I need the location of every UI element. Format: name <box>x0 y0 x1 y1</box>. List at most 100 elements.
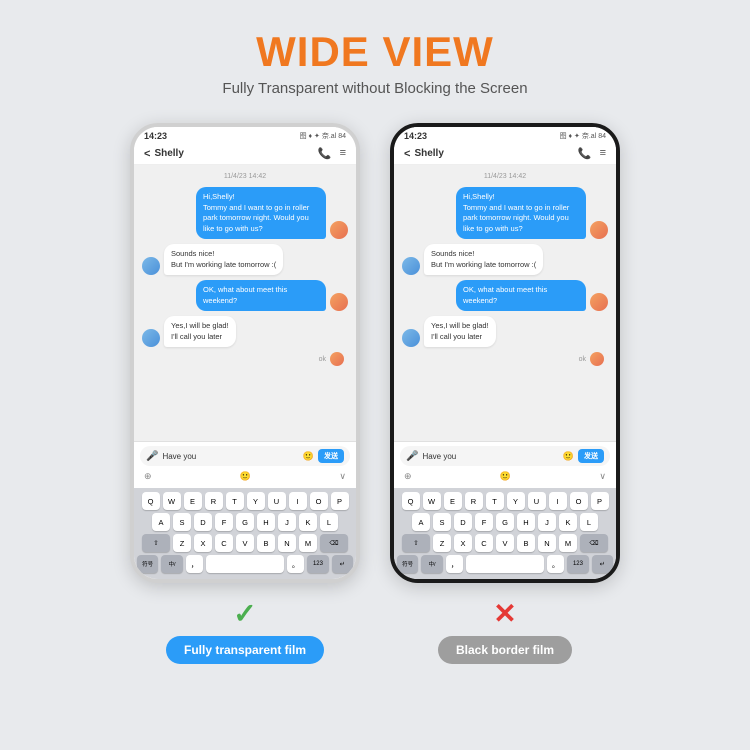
key-u[interactable]: U <box>268 492 286 510</box>
key-a[interactable]: A <box>152 513 170 531</box>
key-n-r[interactable]: N <box>538 534 556 552</box>
phone-icon-left[interactable]: 📞 <box>318 147 332 160</box>
phone-icon-right[interactable]: 📞 <box>578 147 592 160</box>
msg-2-left: Sounds nice!But I'm working late tomorro… <box>142 244 348 275</box>
key-q[interactable]: Q <box>142 492 160 510</box>
key-j-r[interactable]: J <box>538 513 556 531</box>
key-period[interactable]: 。 <box>287 555 304 573</box>
key-c-r[interactable]: C <box>475 534 493 552</box>
toolbar-icon-2[interactable]: 🙂 <box>240 471 251 482</box>
key-w-r[interactable]: W <box>423 492 441 510</box>
key-n[interactable]: N <box>278 534 296 552</box>
phone-right-screen: 14:23 图 ♦ ✦ 奈.al 84 < Shelly 📞 ≡ 11/4/23… <box>394 127 616 579</box>
key-row-1-left: Q W E R T Y U I O P <box>137 492 353 510</box>
key-k-r[interactable]: K <box>559 513 577 531</box>
toolbar-icon-r2[interactable]: 🙂 <box>500 471 511 482</box>
key-b[interactable]: B <box>257 534 275 552</box>
key-v[interactable]: V <box>236 534 254 552</box>
key-s[interactable]: S <box>173 513 191 531</box>
key-fuhao[interactable]: 符号 <box>137 555 158 573</box>
avatar-sent-2 <box>330 293 348 311</box>
key-r-r[interactable]: R <box>465 492 483 510</box>
key-l-r[interactable]: L <box>580 513 598 531</box>
toolbar-icon-1[interactable]: ⊕ <box>144 471 152 482</box>
keyboard-right: Q W E R T Y U I O P A S D <box>394 488 616 579</box>
toolbar-icon-r3[interactable]: ∨ <box>599 471 606 482</box>
key-r[interactable]: R <box>205 492 223 510</box>
key-y-r[interactable]: Y <box>507 492 525 510</box>
contact-name-left: Shelly <box>154 148 183 159</box>
toolbar-icon-r1[interactable]: ⊕ <box>404 471 412 482</box>
mic-icon-right[interactable]: 🎤 <box>406 451 418 462</box>
key-g-r[interactable]: G <box>496 513 514 531</box>
key-l[interactable]: L <box>320 513 338 531</box>
key-u-r[interactable]: U <box>528 492 546 510</box>
key-v-r[interactable]: V <box>496 534 514 552</box>
key-k[interactable]: K <box>299 513 317 531</box>
key-fuhao-r[interactable]: 符号 <box>397 555 418 573</box>
key-o[interactable]: O <box>310 492 328 510</box>
key-enter-r[interactable]: ↵ <box>592 555 613 573</box>
menu-icon-left[interactable]: ≡ <box>340 147 346 160</box>
key-space[interactable] <box>206 555 284 573</box>
key-h-r[interactable]: H <box>517 513 535 531</box>
key-o-r[interactable]: O <box>570 492 588 510</box>
key-x-r[interactable]: X <box>454 534 472 552</box>
key-123-r[interactable]: 123 <box>567 555 588 573</box>
key-space-r[interactable] <box>466 555 544 573</box>
key-period-r[interactable]: 。 <box>547 555 564 573</box>
time-left: 14:23 <box>144 131 167 141</box>
key-j[interactable]: J <box>278 513 296 531</box>
key-d[interactable]: D <box>194 513 212 531</box>
key-shift[interactable]: ⇧ <box>142 534 170 552</box>
msg-1-left: Hi,Shelly!Tommy and I want to go in roll… <box>142 187 348 239</box>
key-zh-r[interactable]: 中/ <box>421 555 442 573</box>
key-y[interactable]: Y <box>247 492 265 510</box>
key-t[interactable]: T <box>226 492 244 510</box>
send-button-right[interactable]: 发送 <box>578 449 604 463</box>
key-q-r[interactable]: Q <box>402 492 420 510</box>
key-backspace[interactable]: ⌫ <box>320 534 348 552</box>
contact-name-right: Shelly <box>414 148 443 159</box>
key-x[interactable]: X <box>194 534 212 552</box>
key-g[interactable]: G <box>236 513 254 531</box>
emoji-icon-left[interactable]: 🙂 <box>303 451 314 462</box>
key-enter[interactable]: ↵ <box>332 555 353 573</box>
key-f-r[interactable]: F <box>475 513 493 531</box>
key-e[interactable]: E <box>184 492 202 510</box>
back-arrow-left[interactable]: < <box>144 148 150 160</box>
menu-icon-right[interactable]: ≡ <box>600 147 606 160</box>
back-arrow-right[interactable]: < <box>404 148 410 160</box>
key-f[interactable]: F <box>215 513 233 531</box>
key-comma-r[interactable]: ， <box>446 555 463 573</box>
input-text-right[interactable]: Have you <box>422 452 558 461</box>
key-i[interactable]: I <box>289 492 307 510</box>
key-backspace-r[interactable]: ⌫ <box>580 534 608 552</box>
key-b-r[interactable]: B <box>517 534 535 552</box>
key-m-r[interactable]: M <box>559 534 577 552</box>
key-h[interactable]: H <box>257 513 275 531</box>
mic-icon-left[interactable]: 🎤 <box>146 451 158 462</box>
key-i-r[interactable]: I <box>549 492 567 510</box>
key-c[interactable]: C <box>215 534 233 552</box>
time-right: 14:23 <box>404 131 427 141</box>
emoji-icon-right[interactable]: 🙂 <box>563 451 574 462</box>
key-t-r[interactable]: T <box>486 492 504 510</box>
toolbar-icon-3[interactable]: ∨ <box>339 471 346 482</box>
key-s-r[interactable]: S <box>433 513 451 531</box>
key-comma[interactable]: ， <box>186 555 203 573</box>
key-z[interactable]: Z <box>173 534 191 552</box>
key-shift-r[interactable]: ⇧ <box>402 534 430 552</box>
key-w[interactable]: W <box>163 492 181 510</box>
key-zh[interactable]: 中/ <box>161 555 182 573</box>
key-m[interactable]: M <box>299 534 317 552</box>
input-text-left[interactable]: Have you <box>162 452 298 461</box>
key-p[interactable]: P <box>331 492 349 510</box>
key-e-r[interactable]: E <box>444 492 462 510</box>
key-d-r[interactable]: D <box>454 513 472 531</box>
key-123[interactable]: 123 <box>307 555 328 573</box>
key-z-r[interactable]: Z <box>433 534 451 552</box>
send-button-left[interactable]: 发送 <box>318 449 344 463</box>
key-a-r[interactable]: A <box>412 513 430 531</box>
key-p-r[interactable]: P <box>591 492 609 510</box>
